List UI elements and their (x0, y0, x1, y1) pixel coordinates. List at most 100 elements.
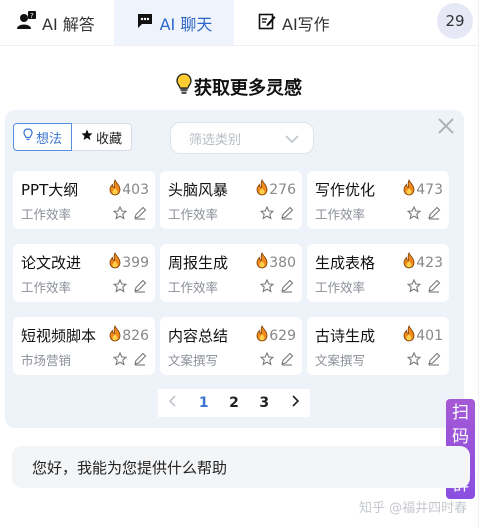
prompt-card-grid: PPT大纲 403 工作效率 头脑风暴 276 工作效率 写作优化 473 工作… (13, 171, 449, 375)
card-category: 文案撰写 (315, 353, 366, 368)
svg-text:?: ? (30, 12, 34, 20)
star-outline-icon[interactable] (259, 351, 275, 370)
prompt-card[interactable]: PPT大纲 403 工作效率 (13, 171, 155, 229)
flame-icon (108, 251, 122, 273)
chevron-down-icon (285, 133, 299, 148)
prompt-card[interactable]: 短视频脚本 826 市场营销 (13, 317, 155, 375)
flame-icon (402, 324, 416, 346)
lightbulb-icon (176, 73, 192, 100)
star-outline-icon[interactable] (112, 205, 128, 224)
prompt-card[interactable]: 写作优化 473 工作效率 (307, 171, 449, 229)
chat-bubble-icon (136, 12, 154, 34)
hot-count: 473 (402, 178, 443, 200)
edit-icon[interactable] (427, 278, 441, 297)
card-title: 论文改进 (21, 254, 82, 272)
page-title-text: 获取更多灵感 (194, 77, 302, 99)
card-category: 工作效率 (21, 280, 72, 295)
prompt-card[interactable]: 古诗生成 401 文案撰写 (307, 317, 449, 375)
flame-icon (255, 251, 269, 273)
edit-icon[interactable] (133, 205, 147, 224)
card-title: PPT大纲 (21, 181, 79, 199)
card-category: 工作效率 (168, 207, 219, 222)
edit-icon[interactable] (133, 351, 147, 370)
count-badge[interactable]: 29 (437, 3, 473, 39)
hot-count: 401 (402, 324, 443, 346)
card-category: 工作效率 (168, 280, 219, 295)
card-category: 工作效率 (315, 207, 366, 222)
tab-ai-chat-label: AI 聊天 (159, 14, 213, 34)
category-select-placeholder: 筛选类别 (189, 132, 242, 148)
ideas-button[interactable]: 想法 (13, 123, 73, 151)
prompt-card[interactable]: 生成表格 423 工作效率 (307, 244, 449, 302)
flame-icon (255, 324, 269, 346)
edit-icon[interactable] (280, 351, 294, 370)
chevron-right-icon[interactable] (290, 394, 300, 412)
prompt-card[interactable]: 头脑风暴 276 工作效率 (160, 171, 302, 229)
chat-message: 您好，我能为您提供什么帮助 (12, 446, 470, 488)
star-outline-icon[interactable] (112, 278, 128, 297)
edit-icon[interactable] (280, 278, 294, 297)
star-outline-icon[interactable] (406, 205, 422, 224)
filter-toggle: 想法 收藏 (13, 123, 133, 151)
category-select[interactable]: 筛选类别 (170, 122, 314, 154)
edit-document-icon (258, 12, 276, 34)
page-title: 获取更多灵感 (0, 73, 478, 100)
flame-icon (108, 178, 122, 200)
star-outline-icon[interactable] (406, 351, 422, 370)
card-title: 生成表格 (315, 254, 376, 272)
edit-icon[interactable] (280, 205, 294, 224)
star-outline-icon[interactable] (259, 278, 275, 297)
star-outline-icon[interactable] (112, 351, 128, 370)
tab-ai-answer-label: AI 解答 (42, 14, 95, 34)
page-3[interactable]: 3 (259, 395, 269, 411)
hot-count: 276 (255, 178, 296, 200)
edit-icon[interactable] (427, 205, 441, 224)
card-category: 工作效率 (315, 280, 366, 295)
page-1[interactable]: 1 (199, 395, 209, 411)
top-tabs: ? AI 解答 AI 聊天 AI写作 (0, 0, 478, 46)
tab-ai-write-label: AI写作 (282, 14, 330, 34)
hot-count: 826 (108, 324, 149, 346)
star-filled-icon (81, 129, 93, 145)
hot-count: 423 (402, 251, 443, 273)
prompt-card[interactable]: 论文改进 399 工作效率 (13, 244, 155, 302)
favorites-button[interactable]: 收藏 (72, 123, 133, 151)
prompt-card[interactable]: 内容总结 629 文案撰写 (160, 317, 302, 375)
star-outline-icon[interactable] (259, 205, 275, 224)
tab-ai-answer[interactable]: ? AI 解答 (0, 0, 114, 45)
flame-icon (402, 251, 416, 273)
lightbulb-outline-icon (23, 128, 33, 146)
ideas-label: 想法 (36, 131, 63, 147)
edit-icon[interactable] (133, 278, 147, 297)
watermark: 知乎 @福井四时春 (359, 501, 468, 516)
star-outline-icon[interactable] (406, 278, 422, 297)
person-question-icon: ? (16, 10, 36, 35)
card-title: 内容总结 (168, 327, 229, 345)
card-category: 工作效率 (21, 207, 72, 222)
prompt-card[interactable]: 周报生成 380 工作效率 (160, 244, 302, 302)
join-char: 扫 (452, 403, 469, 423)
edit-icon[interactable] (427, 351, 441, 370)
card-title: 周报生成 (168, 254, 229, 272)
card-category: 文案撰写 (168, 353, 219, 368)
card-category: 市场营销 (21, 353, 72, 368)
hot-count: 403 (108, 178, 149, 200)
favorites-label: 收藏 (96, 131, 123, 147)
tab-ai-chat[interactable]: AI 聊天 (114, 0, 234, 45)
flame-icon (108, 324, 122, 346)
greeting-text: 您好，我能为您提供什么帮助 (32, 458, 228, 477)
chevron-left-icon[interactable] (168, 394, 178, 412)
card-title: 短视频脚本 (21, 327, 97, 345)
card-title: 头脑风暴 (168, 181, 229, 199)
flame-icon (255, 178, 269, 200)
inspiration-panel: 想法 收藏 筛选类别 PPT大纲 403 工作效率 头脑风暴 276 工作效率 (5, 110, 464, 428)
pagination: 1 2 3 (158, 389, 310, 417)
hot-count: 380 (255, 251, 296, 273)
tab-ai-write[interactable]: AI写作 (234, 0, 364, 45)
flame-icon (402, 178, 416, 200)
card-title: 古诗生成 (315, 327, 376, 345)
hot-count: 399 (108, 251, 149, 273)
close-icon[interactable] (436, 116, 456, 136)
scrollbar[interactable] (478, 0, 489, 528)
page-2[interactable]: 2 (229, 395, 239, 411)
